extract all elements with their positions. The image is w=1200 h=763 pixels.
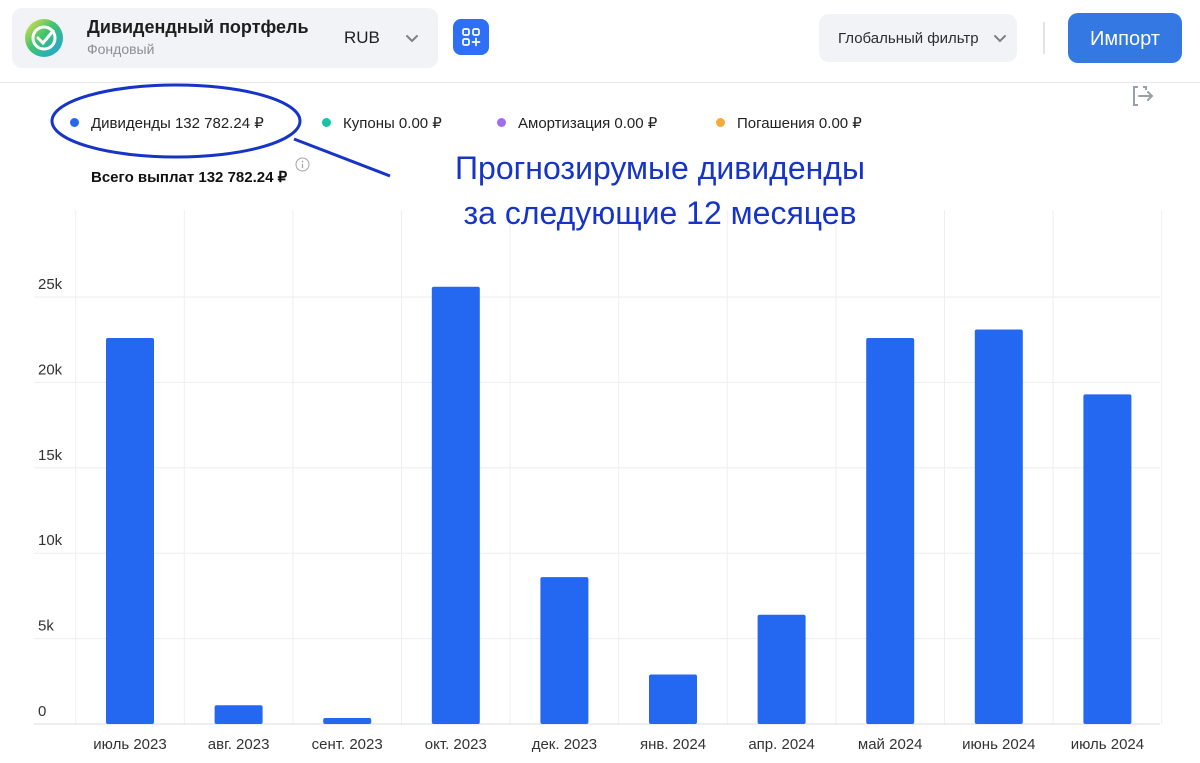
legend-item-amortization[interactable]: Амортизация 0.00 ₽ — [497, 114, 657, 132]
x-tick-label: сент. 2023 — [312, 736, 383, 753]
annotation-line-2: за следующие 12 месяцев — [463, 195, 857, 231]
x-tick-label: июль 2024 — [1071, 736, 1144, 753]
bar-4 — [540, 577, 589, 724]
legend-item-dividends[interactable]: Дивиденды 132 782.24 ₽ — [70, 114, 264, 132]
x-tick-label: окт. 2023 — [425, 736, 487, 753]
info-icon[interactable] — [295, 157, 310, 172]
annotation-text: Прогнозирумые дивиденды за следующие 12 … — [370, 146, 950, 236]
legend-dot — [716, 118, 725, 127]
x-tick-label: янв. 2024 — [640, 736, 706, 753]
bar-8 — [974, 329, 1023, 724]
y-tick-label: 20k — [38, 361, 63, 378]
total-payouts: Всего выплат 132 782.24 ₽ — [91, 169, 288, 186]
bar-7 — [866, 337, 915, 724]
bar-2 — [323, 718, 372, 724]
bar-9 — [1083, 394, 1132, 724]
legend-label: Дивиденды 132 782.24 ₽ — [91, 115, 264, 132]
legend-label: Погашения 0.00 ₽ — [737, 115, 862, 132]
legend-dot — [497, 118, 506, 127]
y-tick-label: 25k — [38, 276, 63, 293]
legend-label: Амортизация 0.00 ₽ — [518, 115, 658, 132]
y-tick-label: 5k — [38, 618, 54, 635]
legend-label: Купоны 0.00 ₽ — [343, 115, 442, 132]
bar-1 — [214, 705, 263, 724]
x-tick-label: авг. 2023 — [208, 736, 270, 753]
x-tick-label: июнь 2024 — [962, 736, 1035, 753]
legend-item-redemptions[interactable]: Погашения 0.00 ₽ — [716, 114, 862, 132]
x-tick-label: апр. 2024 — [748, 736, 815, 753]
bar-0 — [106, 337, 154, 724]
x-tick-label: май 2024 — [858, 736, 923, 753]
x-tick-label: июль 2023 — [93, 736, 166, 753]
x-tick-label: дек. 2023 — [532, 736, 597, 753]
legend-item-coupons[interactable]: Купоны 0.00 ₽ — [322, 114, 442, 132]
annotation-line-1: Прогнозирумые дивиденды — [455, 150, 865, 186]
legend-dot — [322, 118, 331, 127]
bar-5 — [649, 674, 697, 724]
legend-dot — [70, 118, 79, 127]
bar-6 — [757, 614, 806, 724]
y-tick-label: 10k — [38, 532, 63, 549]
y-tick-label: 0 — [38, 703, 46, 720]
y-tick-label: 15k — [38, 447, 63, 464]
bar-3 — [431, 286, 480, 724]
